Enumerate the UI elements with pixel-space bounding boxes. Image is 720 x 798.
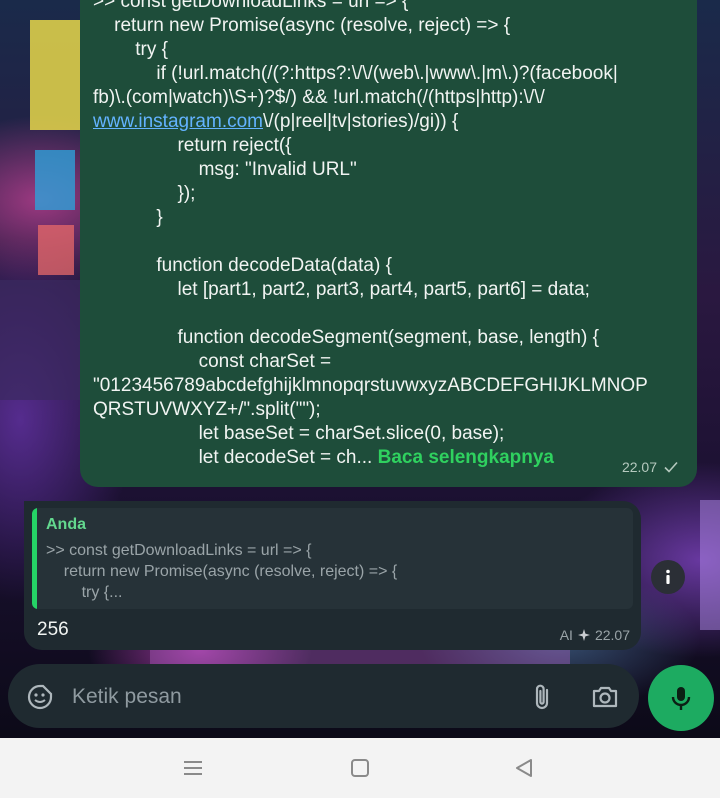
ai-sparkle-icon	[577, 629, 590, 641]
code-line: return new Promise(async (resolve, rejec…	[93, 15, 511, 36]
code-line: });	[93, 183, 196, 204]
quoted-text: >> const getDownloadLinks = url => { ret…	[46, 542, 398, 601]
camera-icon[interactable]	[590, 683, 620, 711]
instagram-link[interactable]: www.instagram.com	[93, 111, 263, 132]
message-time: 22.07	[621, 459, 657, 475]
quoted-author: Anda	[46, 516, 86, 533]
code-line: function decodeData(data) {	[93, 255, 392, 276]
reply-text: 256	[37, 619, 69, 640]
system-navigation-bar	[0, 738, 720, 798]
code-line: }	[93, 207, 163, 228]
message-composer	[8, 664, 639, 728]
code-line: const charSet =	[93, 351, 332, 372]
code-message-bubble[interactable]: >> const getDownloadLinks = url => { ret…	[80, 0, 697, 487]
code-line: >> const getDownloadLinks = url => {	[93, 0, 409, 12]
emoji-sticker-icon[interactable]	[26, 683, 54, 711]
code-line: \/(p|reel|tv|stories)/gi)) {	[263, 111, 459, 132]
check-icon	[664, 461, 678, 473]
back-icon[interactable]	[512, 756, 536, 780]
info-icon	[666, 569, 670, 584]
code-line: try {	[93, 39, 168, 60]
quote-accent-bar	[32, 508, 37, 609]
mic-icon	[671, 687, 691, 710]
message-time: 22.07	[594, 627, 630, 643]
ai-label: AI	[559, 627, 573, 643]
code-line: if (!url.match(/(?:https?:\/\/(web\.|www…	[93, 63, 618, 84]
quoted-message[interactable]: Anda >> const getDownloadLinks = url => …	[32, 508, 633, 609]
code-message-text: >> const getDownloadLinks = url => { ret…	[93, 0, 683, 470]
code-line: let baseSet = charSet.slice(0, base);	[93, 423, 505, 444]
attach-icon[interactable]	[528, 682, 556, 712]
code-line: let [part1, part2, part3, part4, part5, …	[93, 279, 590, 300]
code-line: return reject({	[93, 135, 292, 156]
code-line: QRSTUVWXYZ+/".split("");	[93, 399, 321, 420]
read-more-link[interactable]: Baca selengkapnya	[378, 447, 554, 468]
code-line: "0123456789abcdefghijklmnopqrstuvwxyzABC…	[93, 375, 648, 396]
code-line: fb)\.(com|watch)\S+)?$/) && !url.match(/…	[93, 87, 545, 108]
reply-message-bubble[interactable]: Anda >> const getDownloadLinks = url => …	[24, 501, 641, 650]
message-meta: 22.07	[622, 455, 679, 479]
home-icon[interactable]	[348, 756, 372, 780]
message-meta: AI 22.07	[560, 627, 630, 643]
info-button[interactable]	[651, 560, 685, 594]
code-line: function decodeSegment(segment, base, le…	[93, 327, 599, 348]
code-line: let decodeSet = ch...	[93, 447, 373, 468]
code-line: msg: "Invalid URL"	[93, 159, 357, 180]
message-input[interactable]	[70, 678, 494, 716]
voice-record-button[interactable]	[648, 665, 714, 731]
recents-icon[interactable]	[181, 756, 205, 780]
